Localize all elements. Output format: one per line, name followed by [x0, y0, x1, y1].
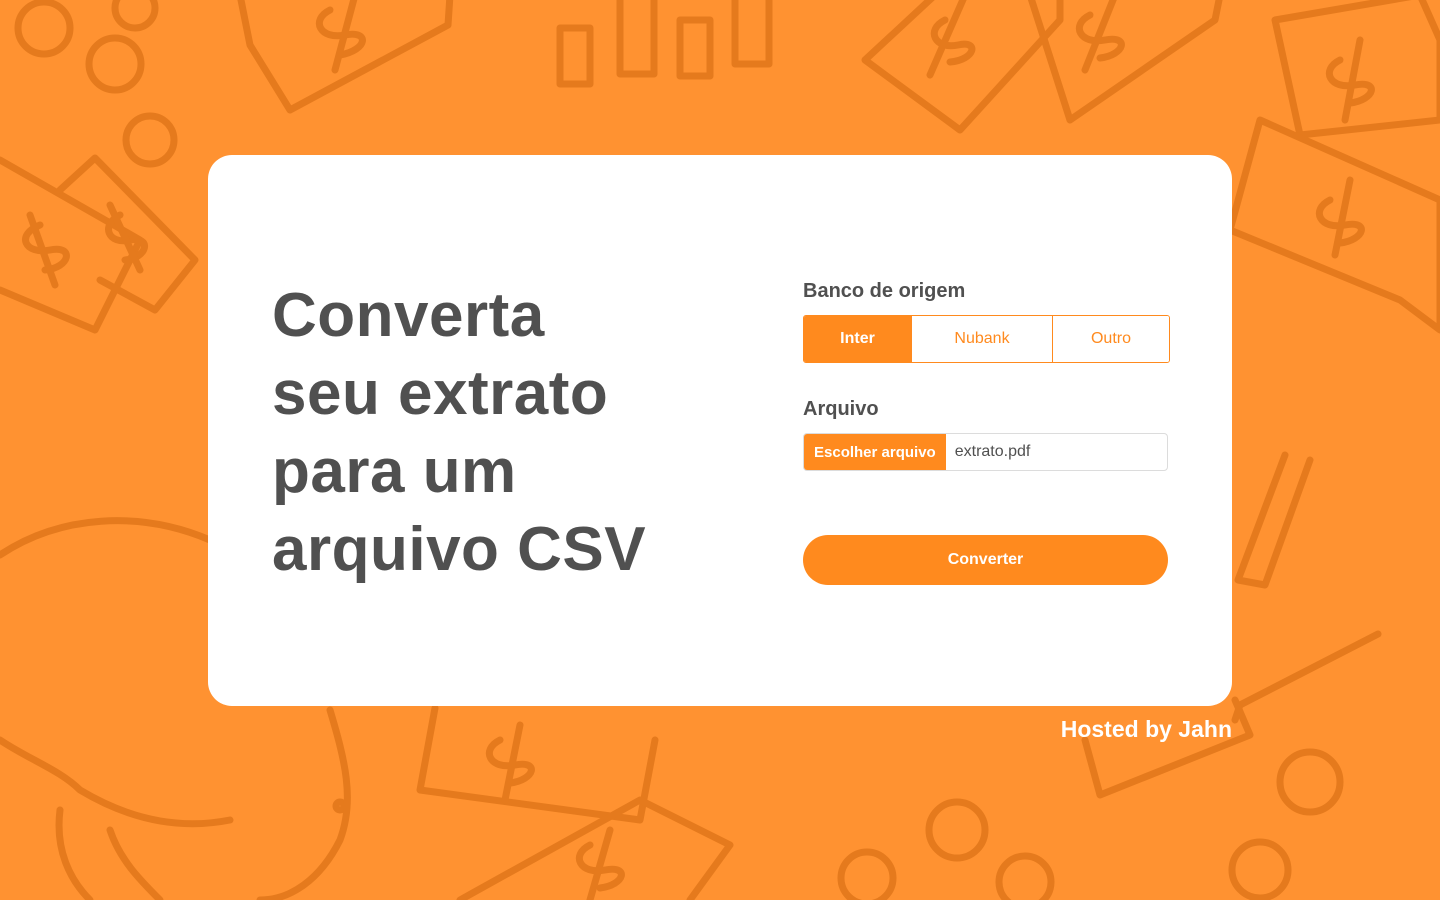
- hosted-by-credit: Hosted by Jahn: [1060, 716, 1232, 742]
- coin-stack-doodle-icon: [676, 16, 714, 80]
- coin-doodle-icon: [1228, 838, 1292, 900]
- bank-option-outro[interactable]: Outro: [1052, 316, 1169, 362]
- money-bill-doodle-icon: [416, 704, 659, 824]
- convert-button[interactable]: Converter: [803, 535, 1168, 585]
- converter-card: Converta seu extrato para um arquivo CSV…: [208, 155, 1232, 706]
- money-bill-doodle-icon: [861, 0, 1064, 134]
- conversion-form: Banco de origem Inter Nubank Outro Arqui…: [803, 279, 1170, 585]
- coin-doodle-icon: [111, 0, 159, 32]
- coin-stack-doodle-icon: [731, 0, 773, 68]
- file-name-display: extrato.pdf: [954, 443, 1031, 460]
- money-bill-doodle-icon: [237, 0, 454, 114]
- bank-option-nubank[interactable]: Nubank: [911, 316, 1052, 362]
- choose-file-button[interactable]: Escolher arquivo: [804, 434, 946, 470]
- coin-doodle-icon: [925, 798, 989, 862]
- headline-line: para um: [272, 437, 517, 506]
- coin-stack-doodle-icon: [616, 0, 658, 78]
- money-bill-doodle-icon: [1226, 116, 1440, 334]
- bank-option-inter[interactable]: Inter: [804, 316, 911, 362]
- headline-line: arquivo CSV: [272, 515, 647, 584]
- bank-label: Banco de origem: [803, 280, 966, 302]
- coin-doodle-icon: [837, 848, 897, 900]
- file-label: Arquivo: [803, 398, 879, 420]
- coin-doodle-icon: [995, 852, 1055, 900]
- coin-stack-doodle-icon: [556, 24, 594, 88]
- page-title: Converta seu extrato para um arquivo CSV: [272, 277, 692, 589]
- file-input[interactable]: Escolher arquivo extrato.pdf: [803, 433, 1168, 471]
- headline-line: Converta: [272, 281, 545, 350]
- bank-selector: Inter Nubank Outro: [803, 315, 1170, 363]
- money-bill-doodle-icon: [1271, 0, 1440, 139]
- headline-line: seu extrato: [272, 359, 609, 428]
- coin-doodle-icon: [122, 112, 178, 168]
- coin-doodle-icon: [1276, 748, 1344, 816]
- coin-doodle-icon: [85, 34, 145, 94]
- coin-doodle-icon: [14, 0, 74, 58]
- money-bill-doodle-icon: [1081, 696, 1254, 799]
